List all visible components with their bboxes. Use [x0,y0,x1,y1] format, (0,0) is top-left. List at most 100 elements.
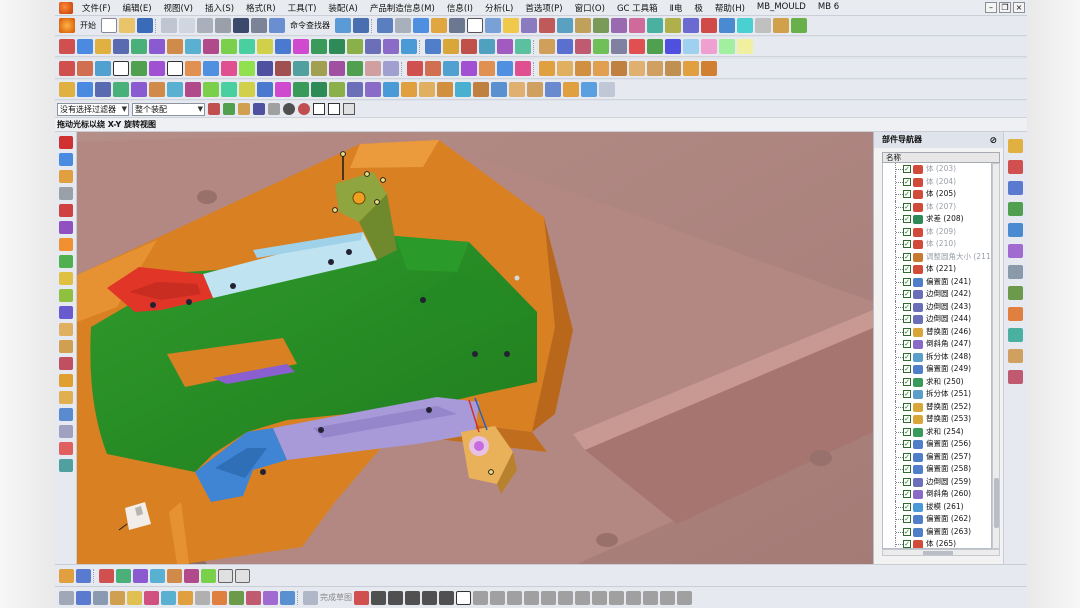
pyramid-icon[interactable] [59,391,73,404]
dimension-icon[interactable] [575,18,591,33]
rib-icon[interactable] [221,39,237,54]
display-constraint-icon[interactable] [660,590,675,605]
rectangle-icon[interactable] [113,61,129,76]
menu-item[interactable]: 分析(L) [479,2,519,14]
menu-item[interactable]: 窗口(O) [569,2,611,14]
snap-point-on-face-icon[interactable] [328,103,340,115]
cube-right-icon[interactable] [611,61,627,76]
menu-item[interactable]: 视图(V) [158,2,199,14]
visibility-checkbox[interactable]: ✓ [903,527,911,536]
menu-item[interactable]: 编辑(E) [117,2,158,14]
datum-plane-icon[interactable] [539,39,555,54]
clip-icon[interactable] [701,39,717,54]
system-scene-icon[interactable] [1008,328,1023,342]
quick-trim-icon[interactable] [575,590,590,605]
surface-d-icon[interactable] [113,82,129,97]
edit-params-icon[interactable] [497,61,513,76]
sketch-eval-icon[interactable] [178,590,193,605]
graphics-viewport[interactable] [77,132,873,564]
fillet-sketch-icon[interactable] [422,590,437,605]
profile-icon[interactable] [354,590,369,605]
snap-quadrant-icon[interactable] [283,103,295,115]
info-icon[interactable] [737,39,753,54]
hide-icon[interactable] [647,39,663,54]
new-file-icon[interactable] [101,18,117,33]
selection-icon[interactable] [335,18,351,33]
snap-point-icon[interactable] [298,103,310,115]
bright-icon[interactable] [503,18,519,33]
analysis-icon[interactable] [521,18,537,33]
move-face-icon[interactable] [479,39,495,54]
visibility-checkbox[interactable]: ✓ [903,277,911,286]
sketch-relation-icon[interactable] [263,590,278,605]
view-cube-icon[interactable] [59,568,74,583]
surface-l-icon[interactable] [257,82,273,97]
restore-icon[interactable]: ❐ [999,2,1011,13]
visibility-checkbox[interactable]: ✓ [903,540,911,548]
visibility-checkbox[interactable]: ✓ [903,377,911,386]
start-icon[interactable] [59,18,75,33]
surface-v-icon[interactable] [437,82,453,97]
visibility-checkbox[interactable]: ✓ [903,352,911,361]
mould-model-svg[interactable] [77,132,873,564]
feature-tree-row[interactable]: ✓ 体 (204) [883,175,991,188]
snap-endpoint-icon[interactable] [208,103,220,115]
dimension-sketch-icon[interactable] [677,590,692,605]
subtract-icon[interactable] [329,39,345,54]
scrollbar-thumb[interactable] [923,551,953,555]
menu-item[interactable]: 文件(F) [76,2,117,14]
diagram-icon[interactable] [59,425,73,438]
cube-back-icon[interactable] [647,61,663,76]
spline-icon[interactable] [149,61,165,76]
wireframe-icon[interactable] [449,18,465,33]
pin-icon[interactable]: ⊘ [989,133,997,149]
layer-icon[interactable] [485,18,501,33]
pocket-icon[interactable] [149,39,165,54]
orange-shape-icon[interactable] [59,238,73,251]
feature-tree-row[interactable]: ✓ 倒斜角 (260) [883,488,991,501]
join-curve-icon[interactable] [257,61,273,76]
stack-icon[interactable] [59,408,73,421]
chamfer-icon[interactable] [383,39,399,54]
surface-m-icon[interactable] [275,82,291,97]
menu-item[interactable]: 首选项(P) [519,2,568,14]
revolve-icon[interactable] [95,39,111,54]
delete-icon[interactable] [215,18,231,33]
column-header-name[interactable]: 名称 [882,152,1000,163]
visibility-checkbox[interactable]: ✓ [903,252,911,261]
cube-iso-icon[interactable] [683,61,699,76]
save-icon[interactable] [137,18,153,33]
drawing-icon[interactable] [791,18,807,33]
section-icon[interactable] [593,18,609,33]
datum-csys-icon[interactable] [575,39,591,54]
pad-icon[interactable] [167,39,183,54]
cooling-icon[interactable] [737,18,753,33]
visibility-checkbox[interactable]: ✓ [903,452,911,461]
feature-tree-row[interactable]: ✓ 偏置面 (262) [883,513,991,526]
mask-icon[interactable] [59,306,73,319]
visibility-checkbox[interactable]: ✓ [903,202,911,211]
groove-icon[interactable] [203,39,219,54]
visibility-checkbox[interactable]: ✓ [903,265,911,273]
align-icon[interactable] [76,568,91,583]
edge-blend-icon[interactable] [365,39,381,54]
cube-tri-icon[interactable] [701,61,717,76]
hole-icon[interactable] [113,39,129,54]
surface-u-icon[interactable] [419,82,435,97]
roles-icon[interactable] [1008,307,1023,321]
sketch-view-icon[interactable] [93,590,108,605]
derived-line-icon[interactable] [558,590,573,605]
sketch-offset-icon[interactable] [229,590,244,605]
polygon-icon[interactable] [131,61,147,76]
cut-icon[interactable] [161,18,177,33]
surface-i-icon[interactable] [203,82,219,97]
green-shape-icon[interactable] [59,255,73,268]
process-studio-icon[interactable] [1008,286,1023,300]
people-icon[interactable] [1008,349,1023,363]
surface-p-icon[interactable] [329,82,345,97]
feature-tree-row[interactable]: ✓ 调整圆角大小 (211) [883,250,991,263]
trim-curve-icon[interactable] [275,61,291,76]
snap-bounded-grid-icon[interactable] [343,103,355,115]
surface-q-icon[interactable] [347,82,363,97]
visibility-checkbox[interactable]: ✓ [903,302,911,311]
